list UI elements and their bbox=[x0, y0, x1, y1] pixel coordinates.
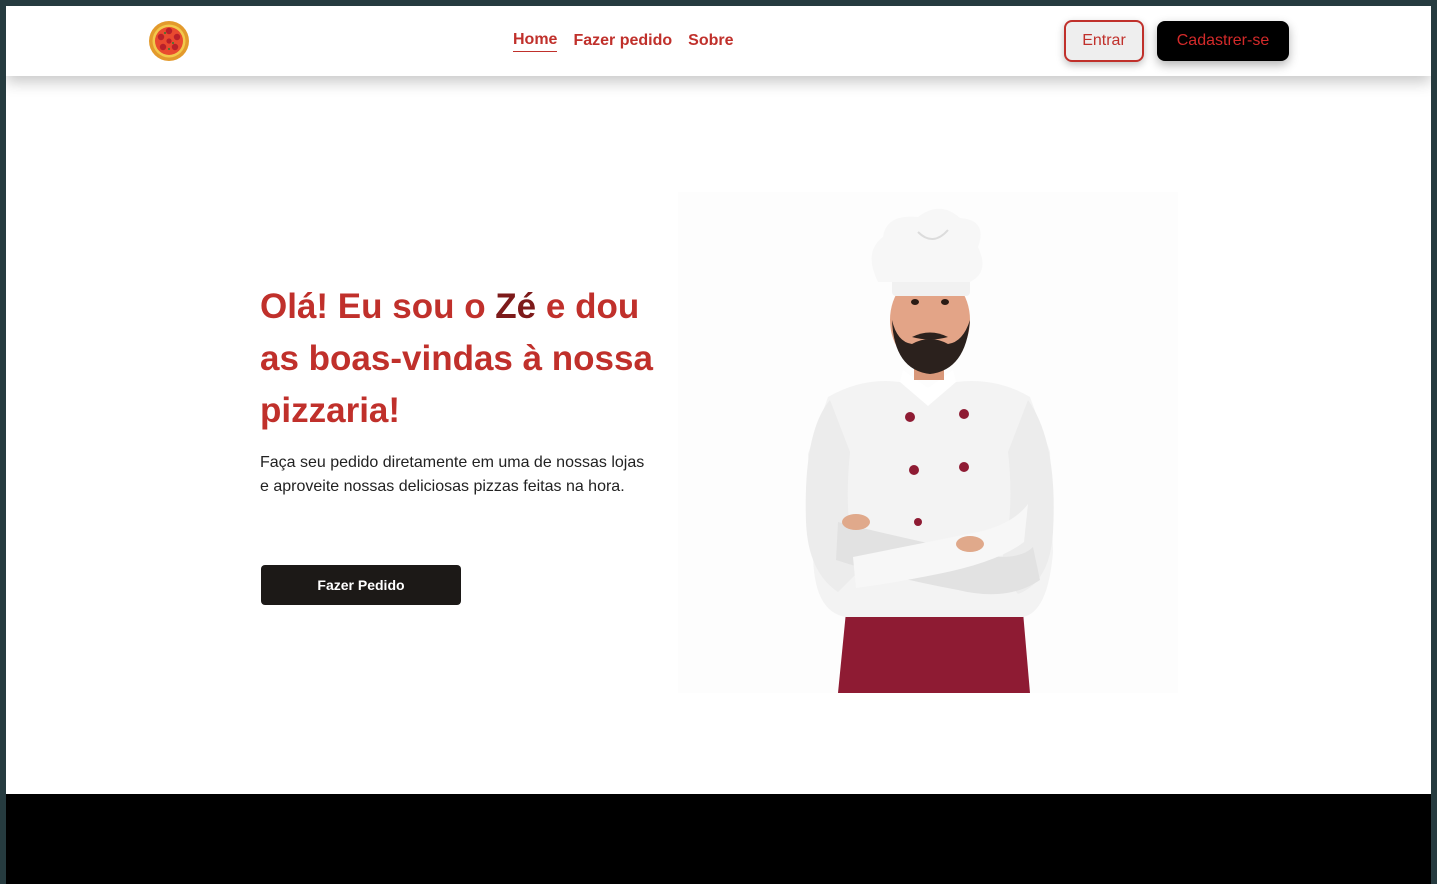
hero-description: Faça seu pedido diretamente em uma de no… bbox=[260, 454, 645, 495]
nav-link-sobre[interactable]: Sobre bbox=[688, 32, 733, 52]
nav-link-fazer-pedido[interactable]: Fazer pedido bbox=[573, 32, 672, 52]
signup-button[interactable]: Cadastrer-se bbox=[1157, 21, 1289, 61]
login-button[interactable]: Entrar bbox=[1064, 20, 1144, 62]
nav-link-home[interactable]: Home bbox=[513, 31, 558, 52]
chef-image bbox=[678, 192, 1178, 693]
order-button[interactable]: Fazer Pedido bbox=[261, 565, 461, 605]
main-nav: Home Fazer pedido Sobre bbox=[513, 31, 733, 52]
page: Home Fazer pedido Sobre Entrar Cadastrer… bbox=[6, 6, 1431, 884]
hero-title-name: Zé bbox=[495, 287, 537, 326]
footer bbox=[6, 794, 1431, 884]
hero-title-part1: Olá! Eu sou o bbox=[260, 287, 496, 326]
pizza-logo-icon[interactable] bbox=[148, 20, 190, 62]
chef-illustration-icon bbox=[805, 208, 1054, 693]
top-navbar: Home Fazer pedido Sobre Entrar Cadastrer… bbox=[6, 6, 1431, 76]
hero-title: Olá! Eu sou o Zé e dou as boas-vindas à … bbox=[260, 281, 660, 437]
